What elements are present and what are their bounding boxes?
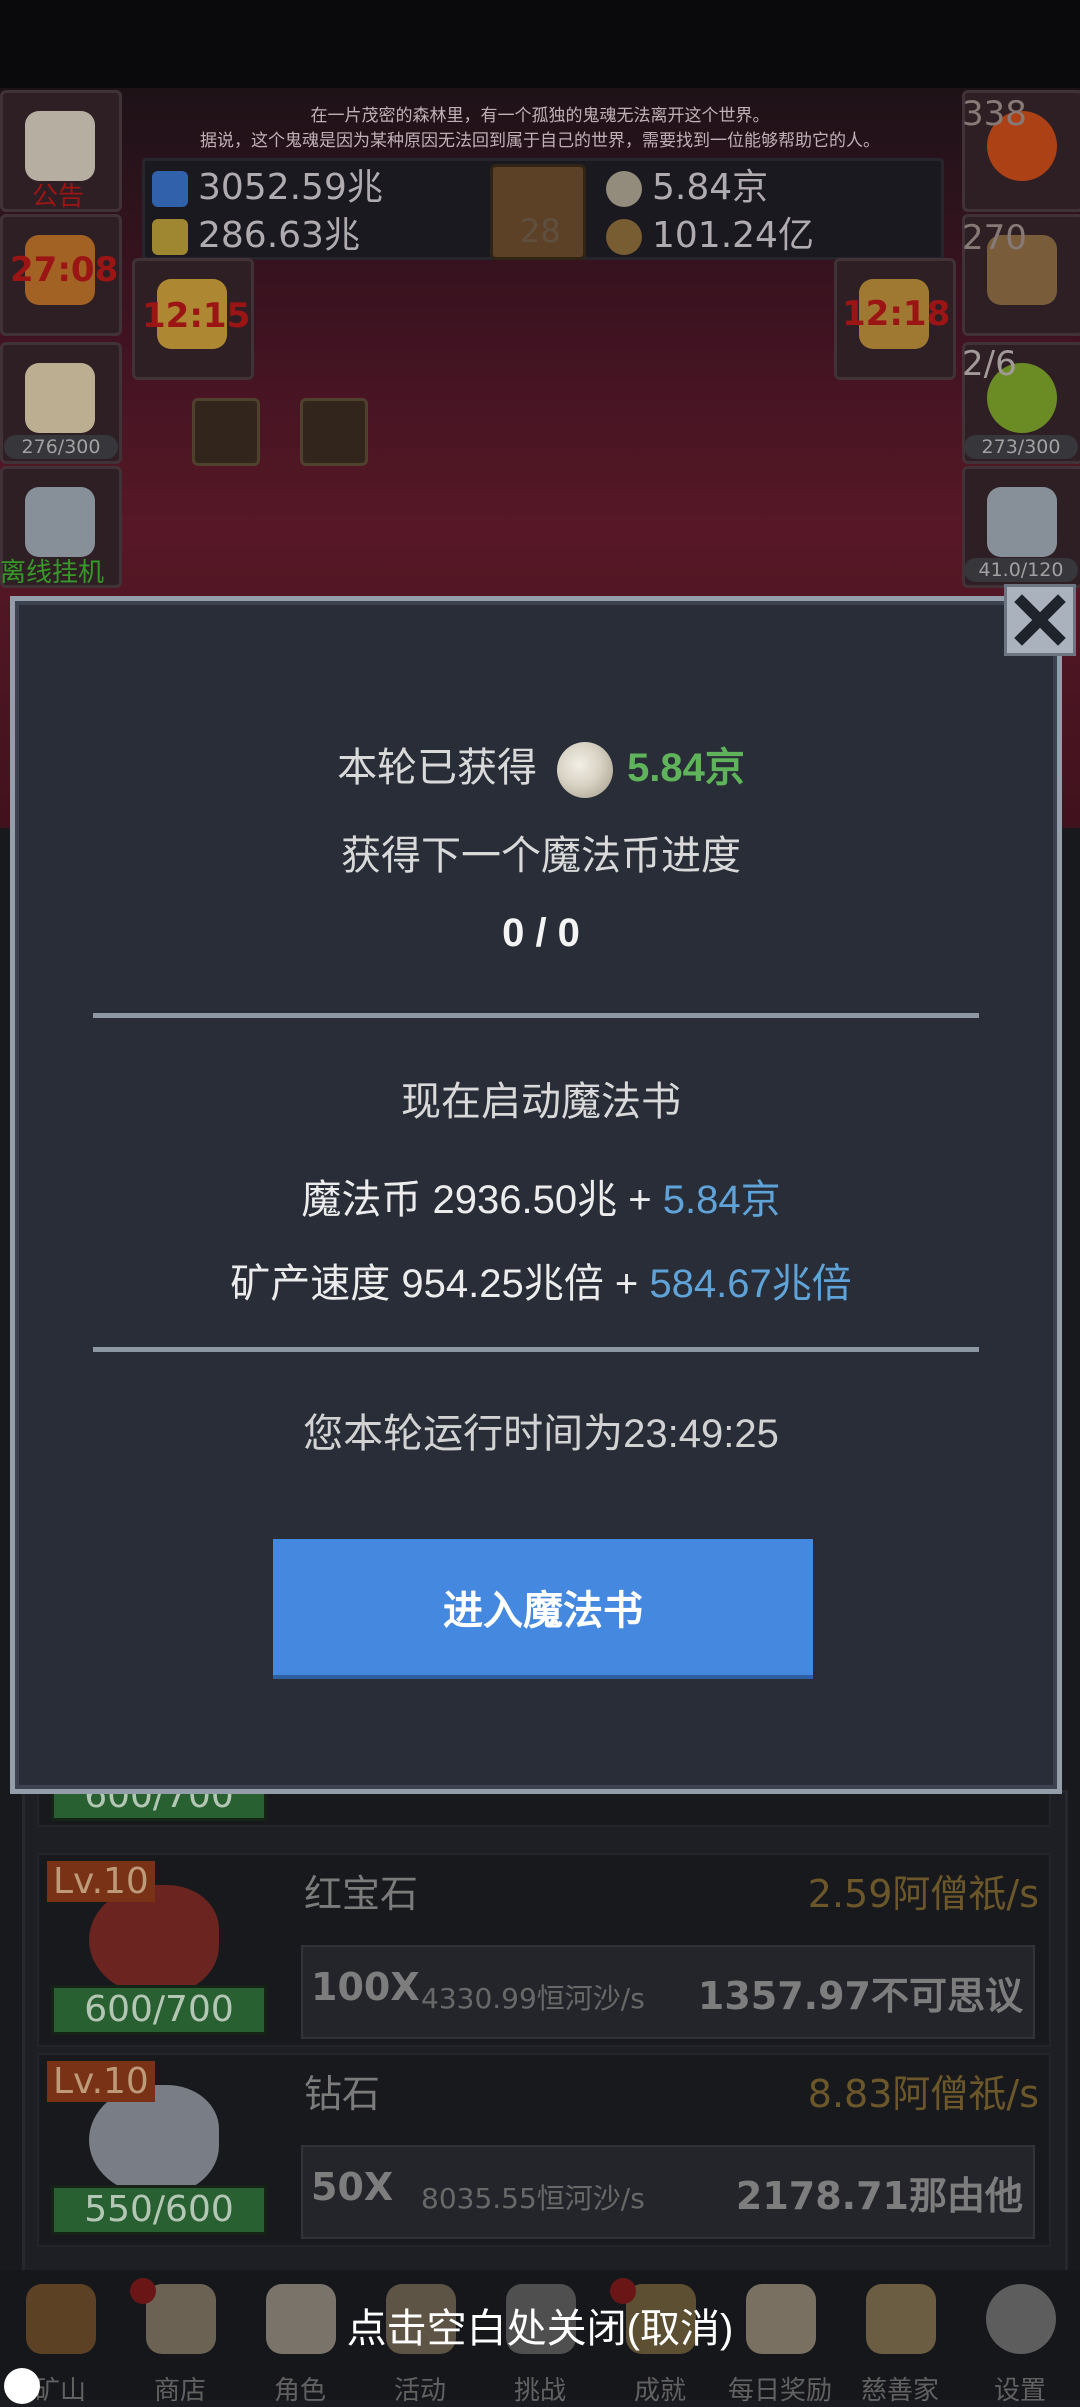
tap-to-close-hint[interactable]: 点击空白处关闭(取消) bbox=[0, 2296, 1080, 2354]
speed-summary-label: 矿产速度 954.25兆倍 + bbox=[230, 1262, 650, 1306]
earned-row: 本轮已获得 5.84京 bbox=[15, 735, 1067, 799]
runtime-text: 您本轮运行时间为23:49:25 bbox=[303, 1412, 779, 1456]
progress-value: 0 / 0 bbox=[502, 911, 580, 955]
coin-summary-label: 魔法币 2936.50兆 + bbox=[301, 1178, 663, 1222]
speed-summary: 矿产速度 954.25兆倍 + 584.67兆倍 bbox=[15, 1251, 1067, 1309]
close-icon bbox=[1014, 594, 1066, 646]
close-button[interactable] bbox=[1004, 584, 1076, 656]
magic-coin-icon bbox=[557, 742, 614, 799]
earned-value: 5.84京 bbox=[627, 746, 745, 790]
start-label: 现在启动魔法书 bbox=[401, 1080, 681, 1124]
earned-label: 本轮已获得 bbox=[337, 746, 538, 790]
coin-summary: 魔法币 2936.50兆 + 5.84京 bbox=[15, 1167, 1067, 1225]
floating-dot[interactable] bbox=[4, 2368, 40, 2404]
coin-bonus: 5.84京 bbox=[662, 1178, 781, 1222]
divider bbox=[93, 1347, 979, 1352]
magic-book-dialog: 本轮已获得 5.84京 获得下一个魔法币进度 0 / 0 现在启动魔法书 魔法币 … bbox=[10, 596, 1062, 1794]
speed-bonus: 584.67兆倍 bbox=[649, 1262, 852, 1306]
progress-label: 获得下一个魔法币进度 bbox=[341, 834, 741, 878]
divider bbox=[93, 1013, 979, 1018]
enter-magic-book-button[interactable]: 进入魔法书 bbox=[273, 1539, 813, 1679]
